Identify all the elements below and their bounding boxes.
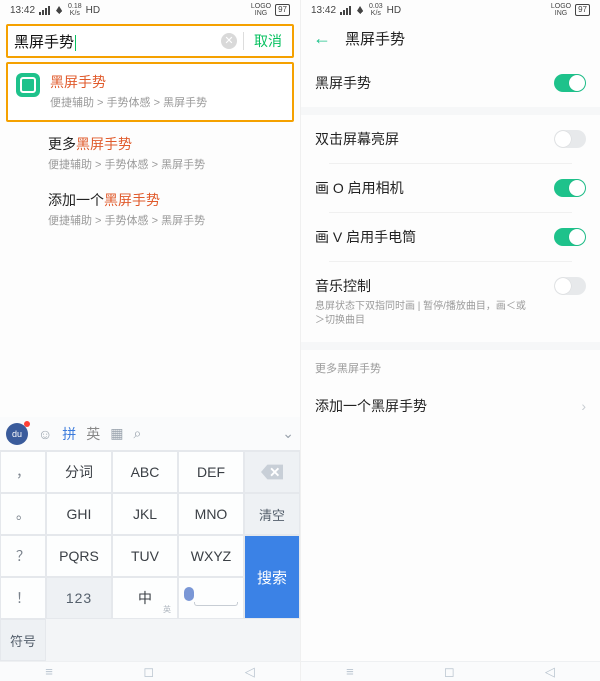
key-search[interactable]: 搜索 bbox=[244, 535, 300, 619]
breadcrumb: 便捷辅助 > 手势体感 > 黑屏手势 bbox=[48, 156, 286, 172]
emoji-icon[interactable]: ☺ bbox=[38, 426, 52, 442]
cancel-button[interactable]: 取消 bbox=[244, 31, 292, 51]
setting-music-control[interactable]: 音乐控制 息屏状态下双指同时画 | 暂停/播放曲目，画＜或＞切换曲目 bbox=[315, 262, 586, 342]
tab-english[interactable]: 英 bbox=[86, 424, 100, 444]
setting-double-tap-wake[interactable]: 双击屏幕亮屏 bbox=[315, 115, 586, 163]
nav-back-icon[interactable]: ◁ bbox=[545, 664, 555, 680]
clear-icon[interactable]: ✕ bbox=[221, 33, 237, 49]
toggle[interactable] bbox=[554, 179, 586, 197]
breadcrumb: 便捷辅助 > 手势体感 > 黑屏手势 bbox=[48, 212, 286, 228]
battery-icon: 97 bbox=[275, 4, 290, 16]
section-divider bbox=[301, 342, 600, 350]
wifi-icon bbox=[54, 6, 64, 14]
chevron-right-icon: › bbox=[581, 398, 586, 414]
key-mno[interactable]: MNO bbox=[178, 493, 244, 535]
key-fenci[interactable]: 分词 bbox=[46, 451, 112, 493]
toggle[interactable] bbox=[554, 74, 586, 92]
key-wxyz[interactable]: WXYZ bbox=[178, 535, 244, 577]
key-space[interactable] bbox=[178, 577, 244, 619]
nav-back-icon[interactable]: ◁ bbox=[245, 664, 255, 680]
net-speed: 0.03K/s bbox=[369, 3, 383, 17]
status-time: 13:42 bbox=[10, 5, 35, 16]
keyboard: du ☺ 拼 英 ▦ ⌕ ⌄ ， 分词 ABC DEF 。 GHI JKL MN… bbox=[0, 417, 300, 661]
key-period[interactable]: 。 bbox=[0, 493, 46, 535]
hide-keyboard-icon[interactable]: ⌄ bbox=[282, 425, 294, 442]
header: ← 黑屏手势 bbox=[301, 20, 600, 59]
nav-recents-icon[interactable]: ≡ bbox=[45, 664, 53, 679]
signal-icon bbox=[39, 6, 50, 15]
keyboard-toolbar: du ☺ 拼 英 ▦ ⌕ ⌄ bbox=[0, 417, 300, 451]
left-pane: 13:42 0.18K/s HD LOGO ING 97 黑屏手势 ✕ 取消 黑… bbox=[0, 0, 300, 681]
nav-bar: ≡ ◻ ◁ bbox=[301, 661, 600, 681]
right-pane: 13:42 0.03K/s HD LOGO ING 97 ← 黑屏手势 黑屏手势… bbox=[300, 0, 600, 681]
setting-draw-v-flashlight[interactable]: 画 V 启用手电筒 bbox=[315, 213, 586, 261]
setting-description: 息屏状态下双指同时画 | 暂停/播放曲目，画＜或＞切换曲目 bbox=[315, 300, 535, 328]
search-result[interactable]: 黑屏手势 便捷辅助 > 手势体感 > 黑屏手势 bbox=[6, 62, 294, 122]
wifi-icon bbox=[355, 6, 365, 14]
page-title: 黑屏手势 bbox=[345, 28, 405, 49]
key-symbol[interactable]: 符号 bbox=[0, 619, 46, 661]
breadcrumb: 便捷辅助 > 手势体感 > 黑屏手势 bbox=[50, 94, 284, 110]
status-hd: HD bbox=[387, 5, 401, 16]
search-results: 黑屏手势 便捷辅助 > 手势体感 > 黑屏手势 更多黑屏手势 便捷辅助 > 手势… bbox=[0, 62, 300, 238]
tab-pinyin[interactable]: 拼 bbox=[62, 424, 76, 444]
ime-logo-icon[interactable]: du bbox=[6, 423, 28, 445]
battery-icon: 97 bbox=[575, 4, 590, 16]
mic-icon[interactable]: ⌕ bbox=[134, 425, 142, 442]
status-bar: 13:42 0.18K/s HD LOGO ING 97 bbox=[0, 0, 300, 20]
nav-home-icon[interactable]: ◻ bbox=[444, 664, 455, 680]
clipboard-icon[interactable]: ▦ bbox=[110, 425, 123, 442]
key-exclaim[interactable]: ！ bbox=[0, 577, 46, 619]
net-speed: 0.18K/s bbox=[68, 3, 82, 17]
key-clear[interactable]: 清空 bbox=[244, 493, 300, 535]
key-jkl[interactable]: JKL bbox=[112, 493, 178, 535]
search-bar: 黑屏手势 ✕ 取消 bbox=[6, 24, 294, 58]
toggle[interactable] bbox=[554, 228, 586, 246]
status-bar: 13:42 0.03K/s HD LOGO ING 97 bbox=[301, 0, 600, 20]
carrier-logo: LOGO ING bbox=[551, 3, 571, 17]
status-time: 13:42 bbox=[311, 5, 336, 16]
search-input[interactable]: 黑屏手势 bbox=[14, 31, 215, 52]
key-123[interactable]: 123 bbox=[46, 577, 112, 619]
key-def[interactable]: DEF bbox=[178, 451, 244, 493]
key-comma[interactable]: ， bbox=[0, 451, 46, 493]
toggle[interactable] bbox=[554, 277, 586, 295]
nav-recents-icon[interactable]: ≡ bbox=[346, 664, 354, 679]
key-tuv[interactable]: TUV bbox=[112, 535, 178, 577]
group-label: 更多黑屏手势 bbox=[301, 350, 600, 382]
toggle[interactable] bbox=[554, 130, 586, 148]
key-lang[interactable]: 中英 bbox=[112, 577, 178, 619]
key-backspace[interactable] bbox=[244, 451, 300, 493]
gesture-icon bbox=[16, 73, 40, 97]
search-result[interactable]: 添加一个黑屏手势 便捷辅助 > 手势体感 > 黑屏手势 bbox=[6, 182, 294, 238]
nav-home-icon[interactable]: ◻ bbox=[143, 664, 154, 680]
backspace-icon bbox=[261, 464, 283, 480]
key-abc[interactable]: ABC bbox=[112, 451, 178, 493]
section-divider bbox=[301, 107, 600, 115]
mic-icon bbox=[184, 587, 194, 601]
back-icon[interactable]: ← bbox=[313, 28, 331, 49]
carrier-logo: LOGO ING bbox=[251, 3, 271, 17]
status-hd: HD bbox=[86, 5, 100, 16]
setting-draw-o-camera[interactable]: 画 O 启用相机 bbox=[315, 164, 586, 212]
search-result[interactable]: 更多黑屏手势 便捷辅助 > 手势体感 > 黑屏手势 bbox=[6, 126, 294, 182]
key-pqrs[interactable]: PQRS bbox=[46, 535, 112, 577]
setting-add-gesture[interactable]: 添加一个黑屏手势 › bbox=[315, 382, 586, 430]
nav-bar: ≡ ◻ ◁ bbox=[0, 661, 300, 681]
setting-black-screen-gesture[interactable]: 黑屏手势 bbox=[315, 59, 586, 107]
key-question[interactable]: ？ bbox=[0, 535, 46, 577]
signal-icon bbox=[340, 6, 351, 15]
key-ghi[interactable]: GHI bbox=[46, 493, 112, 535]
